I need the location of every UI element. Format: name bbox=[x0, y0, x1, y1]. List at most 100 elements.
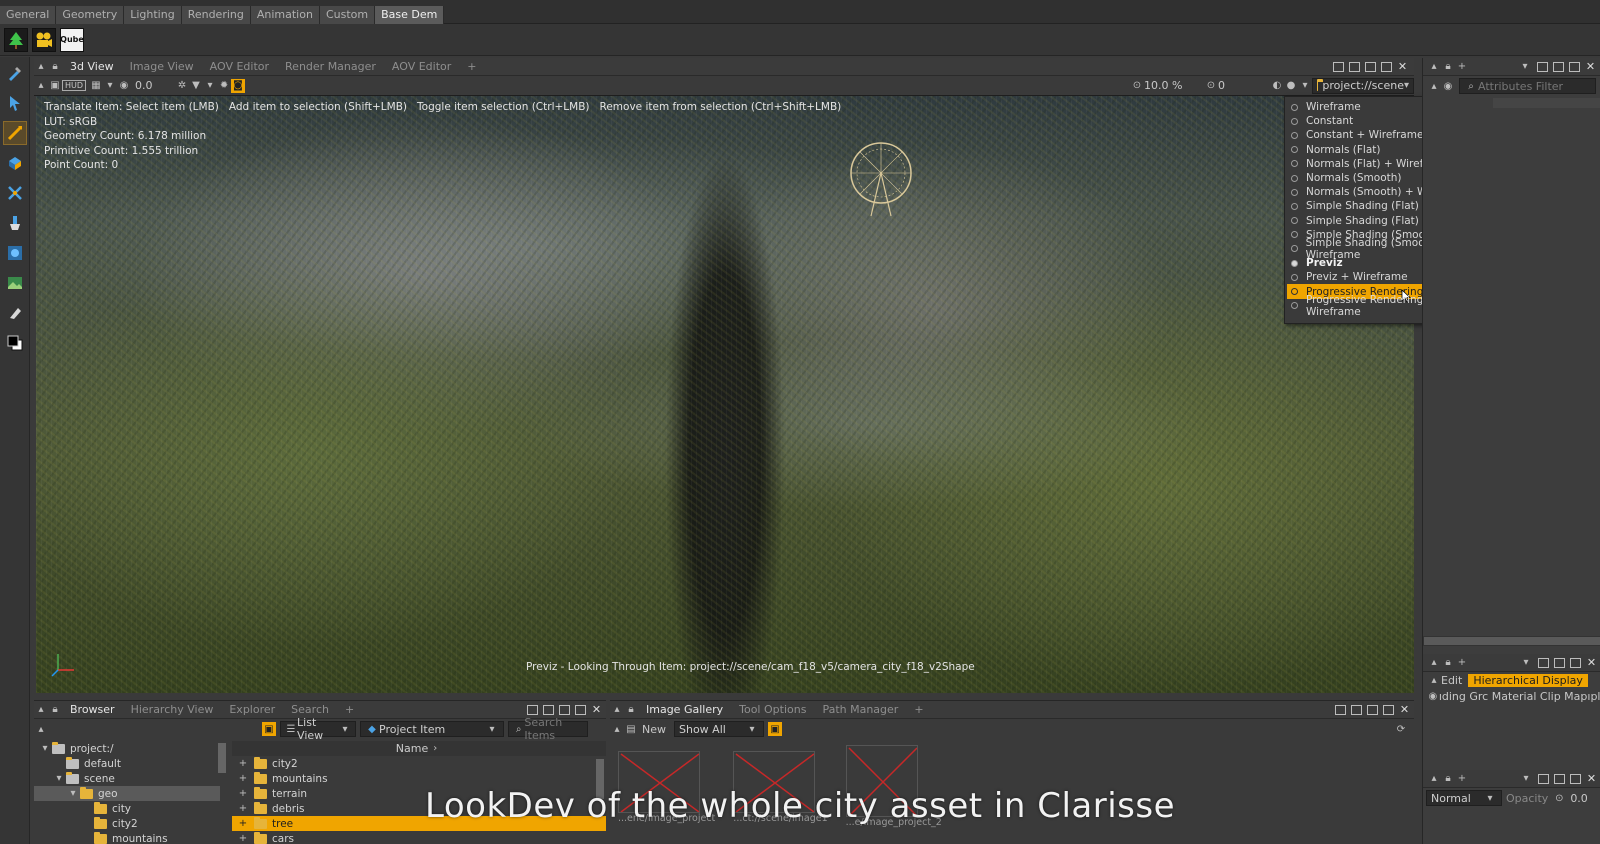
tree-shelf-button[interactable] bbox=[4, 27, 28, 52]
split-icon[interactable] bbox=[1554, 773, 1565, 784]
layout-icon[interactable] bbox=[1537, 61, 1548, 72]
dropdown-icon[interactable]: ▾ bbox=[203, 79, 217, 93]
add-tab-icon[interactable]: + bbox=[1455, 60, 1469, 74]
snap-icon[interactable]: ✲ bbox=[175, 79, 189, 93]
image-tool[interactable] bbox=[3, 271, 27, 295]
split-vertical-icon[interactable] bbox=[1367, 704, 1378, 715]
add-tab-button[interactable]: + bbox=[906, 701, 931, 718]
tab-aov-editor[interactable]: AOV Editor bbox=[202, 58, 277, 75]
collapse-arrow-icon[interactable]: ▾ bbox=[38, 742, 52, 756]
workspace-tab-base-dem[interactable]: Base Dem bbox=[375, 5, 445, 24]
gallery-settings-icon[interactable]: ▣ bbox=[768, 722, 782, 736]
layout-icon[interactable] bbox=[1335, 704, 1346, 715]
frame-field[interactable]: 0 bbox=[1218, 79, 1270, 92]
panel-menu-icon[interactable]: ▴ bbox=[1427, 60, 1441, 74]
frame-icon[interactable]: ▣ bbox=[48, 79, 62, 93]
close-icon[interactable]: ✕ bbox=[1585, 61, 1596, 72]
tab-aov-editor-2[interactable]: AOV Editor bbox=[384, 58, 459, 75]
layout-icon[interactable] bbox=[1538, 657, 1549, 668]
tab-image-gallery[interactable]: Image Gallery bbox=[638, 701, 731, 718]
tree-item-default[interactable]: default bbox=[34, 756, 220, 771]
add-tab-icon[interactable]: + bbox=[1455, 772, 1469, 786]
maximize-icon[interactable] bbox=[1570, 773, 1581, 784]
tab-tool-options[interactable]: Tool Options bbox=[731, 701, 814, 718]
render-shelf-button[interactable] bbox=[32, 27, 56, 52]
split-icon[interactable] bbox=[1553, 61, 1564, 72]
lock-icon[interactable]: 🔒︎ bbox=[48, 703, 62, 717]
zoom-field[interactable]: 10.0 % bbox=[1144, 79, 1204, 92]
paint-tool[interactable] bbox=[3, 211, 27, 235]
list-item[interactable]: + city2 bbox=[232, 756, 606, 771]
expand-icon[interactable]: + bbox=[236, 772, 250, 786]
item-type-select[interactable]: ◆ Project Item ▾ bbox=[360, 721, 504, 737]
close-icon[interactable]: ✕ bbox=[1586, 773, 1597, 784]
lock-icon[interactable]: 🔒︎ bbox=[624, 703, 638, 717]
close-icon[interactable]: ✕ bbox=[1397, 61, 1408, 72]
workspace-tab-custom[interactable]: Custom bbox=[319, 5, 376, 24]
translate-tool[interactable] bbox=[3, 121, 27, 145]
split-vertical-icon[interactable] bbox=[1365, 61, 1376, 72]
transform-tool[interactable] bbox=[3, 241, 27, 265]
lock-icon[interactable]: 🔒︎ bbox=[1441, 60, 1455, 74]
panel-menu-icon[interactable]: ▴ bbox=[1427, 673, 1441, 687]
hierarchical-display-button[interactable]: Hierarchical Display bbox=[1468, 673, 1588, 687]
eye-icon[interactable]: ◉ bbox=[1441, 79, 1455, 93]
panel-menu-icon[interactable]: ▴ bbox=[1427, 772, 1441, 786]
panel-menu-icon[interactable]: ▴ bbox=[34, 60, 48, 74]
layout-icon[interactable] bbox=[1333, 61, 1344, 72]
column-header-name[interactable]: Name › bbox=[232, 741, 606, 756]
lock-icon[interactable]: 🔒︎ bbox=[1441, 656, 1455, 670]
expand-icon[interactable]: + bbox=[236, 757, 250, 771]
panel-menu-icon[interactable]: ▴ bbox=[34, 703, 48, 717]
qube-shelf-button[interactable]: Qube bbox=[60, 27, 84, 52]
close-icon[interactable]: ✕ bbox=[1586, 657, 1597, 668]
dropdown-icon[interactable]: ▾ bbox=[1519, 656, 1533, 670]
display-options-icon[interactable]: ▦ bbox=[89, 79, 103, 93]
panel-menu-icon[interactable]: ▴ bbox=[34, 79, 48, 93]
add-tab-button[interactable]: + bbox=[459, 58, 484, 75]
rotate-tool[interactable] bbox=[3, 151, 27, 175]
tab-image-view[interactable]: Image View bbox=[122, 58, 202, 75]
new-image-icon[interactable]: ▤ bbox=[624, 722, 638, 736]
color-swatch-tool[interactable] bbox=[3, 331, 27, 355]
tab-render-manager[interactable]: Render Manager bbox=[277, 58, 384, 75]
shading-mode-icon[interactable]: ● bbox=[1284, 79, 1298, 93]
list-item[interactable]: + cars bbox=[232, 831, 606, 844]
tree-item-scene[interactable]: ▾ scene bbox=[34, 771, 220, 786]
eye-icon[interactable]: ◉ bbox=[1427, 689, 1439, 703]
workspace-tab-rendering[interactable]: Rendering bbox=[181, 5, 251, 24]
maximize-icon[interactable] bbox=[575, 704, 586, 715]
render-region-icon[interactable]: ✹ bbox=[217, 79, 231, 93]
tree-item-mountains[interactable]: mountains bbox=[34, 831, 220, 844]
search-items-input[interactable]: ⌕ Search Items bbox=[508, 716, 588, 742]
tab-hierarchy-view[interactable]: Hierarchy View bbox=[123, 701, 222, 718]
filter-icon[interactable]: ▼ bbox=[189, 79, 203, 93]
attributes-filter-input[interactable]: ⌕ Attributes Filter bbox=[1459, 78, 1596, 94]
horizontal-scrollbar[interactable] bbox=[1423, 636, 1600, 646]
panel-menu-icon[interactable]: ▴ bbox=[610, 722, 624, 736]
panel-menu-icon[interactable]: ▴ bbox=[1427, 656, 1441, 670]
dropdown-icon[interactable]: ▾ bbox=[103, 79, 117, 93]
light-icon[interactable]: ◐ bbox=[1270, 79, 1284, 93]
maximize-icon[interactable] bbox=[1569, 61, 1580, 72]
dropdown-icon[interactable]: ▾ bbox=[1518, 60, 1532, 74]
tab-path-manager[interactable]: Path Manager bbox=[814, 701, 906, 718]
3d-viewport[interactable]: Translate Item: Select item (LMB) Add it… bbox=[36, 96, 1414, 693]
workspace-tab-general[interactable]: General bbox=[0, 5, 57, 24]
split-horizontal-icon[interactable] bbox=[1349, 61, 1360, 72]
dropdown-icon[interactable]: ▾ bbox=[1298, 79, 1312, 93]
camera-icon[interactable]: ◙ bbox=[231, 78, 246, 93]
maximize-icon[interactable] bbox=[1383, 704, 1394, 715]
tab-browser[interactable]: Browser bbox=[62, 701, 123, 718]
gallery-filter-select[interactable]: Show All ▾ bbox=[674, 721, 764, 737]
scale-tool[interactable] bbox=[3, 181, 27, 205]
new-button[interactable]: New bbox=[642, 723, 666, 736]
tab-explorer[interactable]: Explorer bbox=[221, 701, 283, 718]
split-icon[interactable] bbox=[1351, 704, 1362, 715]
panel-menu-icon[interactable]: ▴ bbox=[1427, 79, 1441, 93]
select-tool[interactable] bbox=[3, 91, 27, 115]
picker-tool[interactable] bbox=[3, 61, 27, 85]
list-item[interactable]: + mountains bbox=[232, 771, 606, 786]
layout-icon[interactable] bbox=[1538, 773, 1549, 784]
workspace-tab-lighting[interactable]: Lighting bbox=[124, 5, 182, 24]
